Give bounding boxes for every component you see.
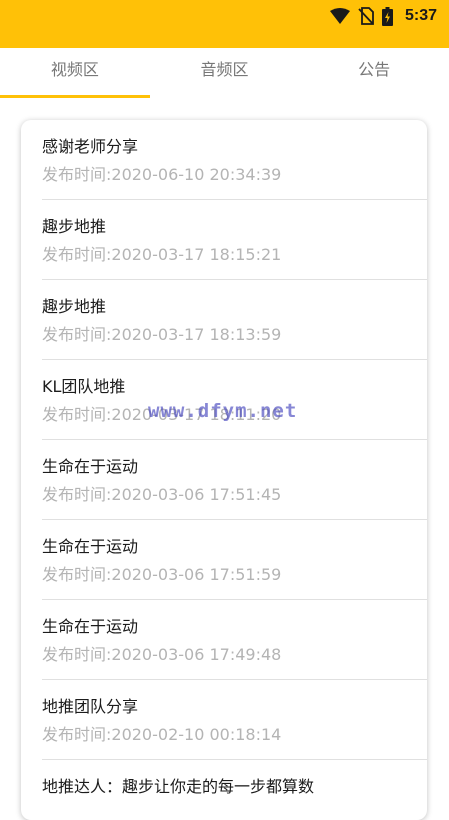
item-title: 生命在于运动 (42, 617, 139, 636)
status-icons: 5:37 (329, 5, 437, 27)
announcement-card: 感谢老师分享 发布时间:2020-06-10 20:34:39 趣步地推 发布时… (21, 120, 427, 820)
item-time: 发布时间:2020-03-17 18:13:59 (42, 325, 282, 344)
list-item[interactable]: 生命在于运动 发布时间:2020-03-06 17:51:45 (42, 440, 427, 520)
status-bar: 5:37 (0, 0, 449, 48)
item-time: 发布时间:2020-03-06 17:51:59 (42, 565, 282, 584)
item-title: 地推团队分享 (42, 697, 139, 716)
battery-charging-icon (381, 6, 393, 26)
item-time: 发布时间:2020-03-06 17:49:48 (42, 645, 282, 664)
no-sim-icon (358, 7, 374, 25)
item-title: 趣步地推 (42, 297, 107, 316)
item-title: 感谢老师分享 (42, 137, 139, 156)
item-time: 发布时间:2020-03-06 17:51:45 (42, 485, 282, 504)
item-time: 发布时间:2020-02-10 00:18:14 (42, 725, 282, 744)
list-item[interactable]: 生命在于运动 发布时间:2020-03-06 17:49:48 (42, 600, 427, 680)
list-item[interactable]: 地推团队分享 发布时间:2020-02-10 00:18:14 (42, 680, 427, 760)
list-item[interactable]: 感谢老师分享 发布时间:2020-06-10 20:34:39 (42, 120, 427, 200)
status-clock: 5:37 (404, 7, 437, 24)
list-item[interactable]: 趣步地推 发布时间:2020-03-17 18:15:21 (42, 200, 427, 280)
item-title: 趣步地推 (42, 217, 107, 236)
item-time: 发布时间:2020-03-17 18:15:21 (42, 245, 282, 264)
list-item[interactable]: 生命在于运动 发布时间:2020-03-06 17:51:59 (42, 520, 427, 600)
watermark: www.dfym.net (148, 400, 298, 422)
tab-bar: 视频区 音频区 公告 (0, 48, 449, 100)
tab-audio[interactable]: 音频区 (150, 48, 300, 100)
item-title: 地推达人：趣步让你走的每一步都算数 (42, 777, 315, 796)
list-item[interactable]: 趣步地推 发布时间:2020-03-17 18:13:59 (42, 280, 427, 360)
tab-video[interactable]: 视频区 (0, 48, 150, 100)
item-time: 发布时间:2020-06-10 20:34:39 (42, 165, 282, 184)
wifi-icon (329, 8, 350, 24)
list-item[interactable]: 地推达人：趣步让你走的每一步都算数 (42, 760, 427, 820)
item-title: KL团队地推 (42, 377, 126, 396)
announcement-list: 感谢老师分享 发布时间:2020-06-10 20:34:39 趣步地推 发布时… (21, 120, 427, 820)
item-title: 生命在于运动 (42, 537, 139, 556)
tab-notice[interactable]: 公告 (299, 48, 449, 100)
item-title: 生命在于运动 (42, 457, 139, 476)
